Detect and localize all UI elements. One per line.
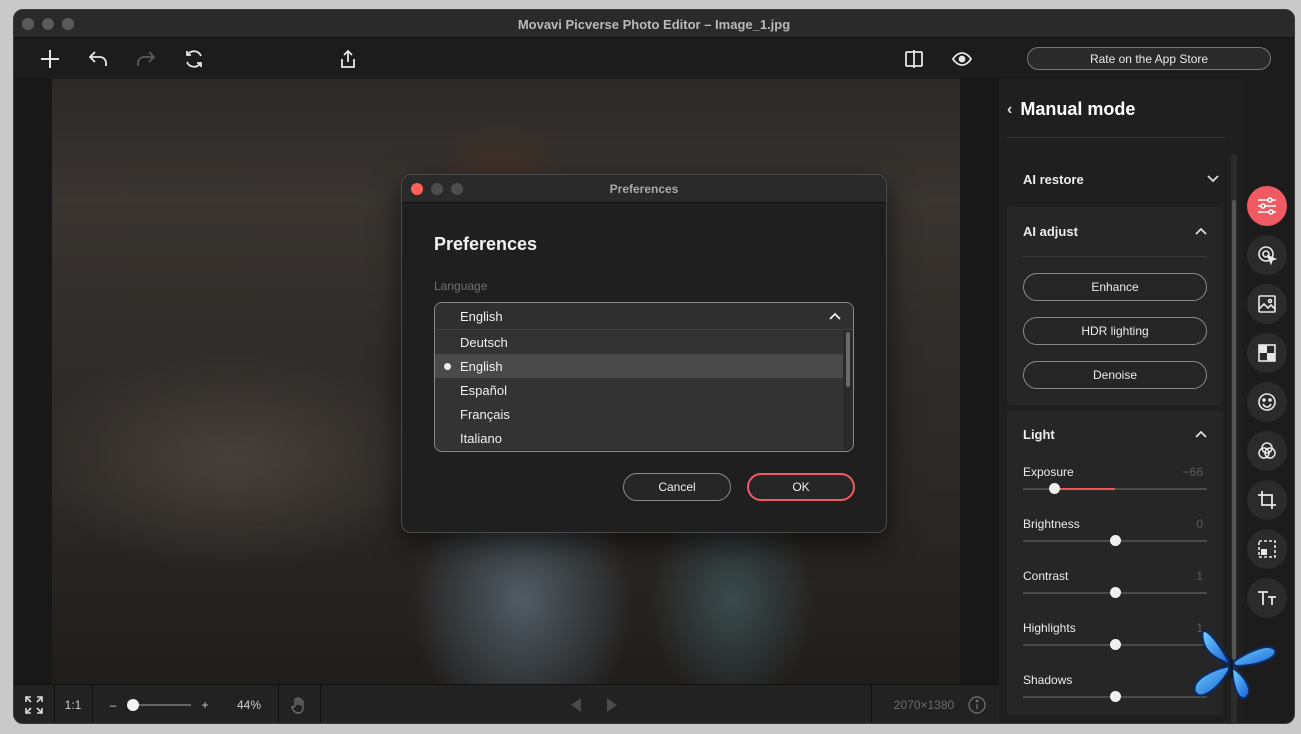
slider-brightness[interactable]: Brightness 0 (1007, 517, 1223, 557)
slider-value: 1 (1196, 569, 1203, 583)
ok-button[interactable]: OK (747, 473, 855, 501)
slider-knob[interactable] (1110, 639, 1122, 650)
compare-icon[interactable] (901, 46, 927, 72)
light-title[interactable]: Light (1023, 427, 1055, 442)
denoise-button[interactable]: Denoise (1023, 361, 1207, 389)
ai-adjust-title[interactable]: AI adjust (1023, 224, 1078, 239)
image-dimensions: 2070×1380 (893, 698, 955, 712)
select-icon[interactable] (1247, 529, 1287, 569)
hdr-lighting-button[interactable]: HDR lighting (1023, 317, 1207, 345)
retouch-icon[interactable] (1247, 235, 1287, 275)
dialog-title-bar: Preferences (402, 175, 886, 203)
undo-icon[interactable] (85, 46, 111, 72)
slider-fill (1054, 488, 1115, 490)
preferences-dialog: Preferences Preferences Language English… (401, 174, 887, 533)
previous-image-icon[interactable] (566, 685, 586, 723)
slider-label: Brightness (1023, 517, 1080, 531)
window-title: Movavi Picverse Photo Editor – Image_1.j… (517, 17, 791, 32)
panel-scrollbar-thumb[interactable] (1232, 200, 1236, 660)
title-bar: Movavi Picverse Photo Editor – Image_1.j… (14, 10, 1294, 38)
fullscreen-icon[interactable] (22, 685, 46, 723)
mask-icon[interactable] (1247, 333, 1287, 373)
selected-dot-icon (444, 363, 451, 370)
dialog-window-title: Preferences (609, 182, 679, 196)
adjust-icon[interactable] (1247, 186, 1287, 226)
selected-language: English (460, 308, 503, 324)
share-icon[interactable] (335, 46, 361, 72)
back-chevron-icon[interactable]: ‹ (1007, 101, 1012, 119)
language-select-value[interactable]: English (435, 303, 853, 330)
rate-app-store-button[interactable]: Rate on the App Store (1027, 47, 1271, 70)
divider (1023, 256, 1207, 257)
language-option-english[interactable]: English (435, 354, 843, 378)
chevron-up-icon[interactable] (829, 309, 841, 323)
reset-icon[interactable] (181, 46, 207, 72)
language-option-italiano[interactable]: Italiano (435, 426, 843, 450)
slider-value: −66 (1182, 465, 1203, 479)
zoom-in-button[interactable]: + (198, 685, 212, 723)
slider-label: Highlights (1023, 621, 1076, 635)
slider-label: Exposure (1023, 465, 1074, 479)
text-icon[interactable] (1247, 578, 1287, 618)
slider-label: Shadows (1023, 673, 1073, 687)
preview-eye-icon[interactable] (949, 46, 975, 72)
hand-tool-icon[interactable] (286, 685, 312, 723)
main-toolbar: Rate on the App Store (14, 38, 1294, 79)
chevron-up-icon[interactable] (1195, 224, 1207, 238)
zoom-level: 44% (236, 698, 262, 712)
zoom-out-button[interactable]: – (106, 685, 120, 723)
dialog-heading: Preferences (434, 234, 538, 254)
slider-knob[interactable] (1110, 587, 1122, 598)
bottom-bar: 1:1 – + 44% 2070×1380 (14, 684, 999, 723)
next-image-icon[interactable] (602, 685, 622, 723)
chevron-up-icon[interactable] (1195, 427, 1207, 441)
cancel-button[interactable]: Cancel (623, 473, 731, 501)
redo-icon[interactable] (133, 46, 159, 72)
panel-title: Manual mode (1020, 99, 1136, 119)
separator (92, 685, 93, 723)
language-option-espanol[interactable]: Español (435, 378, 843, 402)
language-label: Language (434, 279, 488, 293)
actual-size-button[interactable]: 1:1 (60, 685, 86, 723)
divider (1007, 137, 1225, 138)
enhance-button[interactable]: Enhance (1023, 273, 1207, 301)
butterfly-icon (1193, 630, 1277, 700)
language-option-label: English (460, 358, 503, 374)
background-icon[interactable] (1247, 284, 1287, 324)
separator (871, 685, 872, 723)
language-select[interactable]: English Deutsch English Español Français… (434, 302, 854, 452)
separator (54, 685, 55, 723)
color-icon[interactable] (1247, 431, 1287, 471)
slider-label: Contrast (1023, 569, 1069, 583)
language-option-francais[interactable]: Français (435, 402, 843, 426)
separator (320, 685, 321, 723)
chevron-down-icon[interactable] (1207, 172, 1219, 186)
zoom-slider-knob[interactable] (127, 699, 140, 711)
panel-header[interactable]: ‹ Manual mode (1007, 99, 1135, 120)
slider-contrast[interactable]: Contrast 1 (1007, 569, 1223, 609)
info-icon[interactable] (966, 685, 988, 723)
add-icon[interactable] (37, 46, 63, 72)
slider-knob[interactable] (1048, 483, 1060, 494)
crop-icon[interactable] (1247, 480, 1287, 520)
slider-value: 0 (1196, 517, 1203, 531)
separator (278, 685, 279, 723)
dropdown-scrollbar-thumb[interactable] (846, 332, 850, 387)
language-option-deutsch[interactable]: Deutsch (435, 330, 843, 354)
ai-adjust-section: AI adjust Enhance HDR lighting Denoise (1007, 207, 1223, 405)
ai-restore-section[interactable]: AI restore (1023, 172, 1084, 187)
slider-knob[interactable] (1109, 691, 1121, 702)
slider-knob[interactable] (1109, 535, 1121, 546)
face-icon[interactable] (1247, 382, 1287, 422)
slider-exposure[interactable]: Exposure −66 (1007, 465, 1223, 505)
